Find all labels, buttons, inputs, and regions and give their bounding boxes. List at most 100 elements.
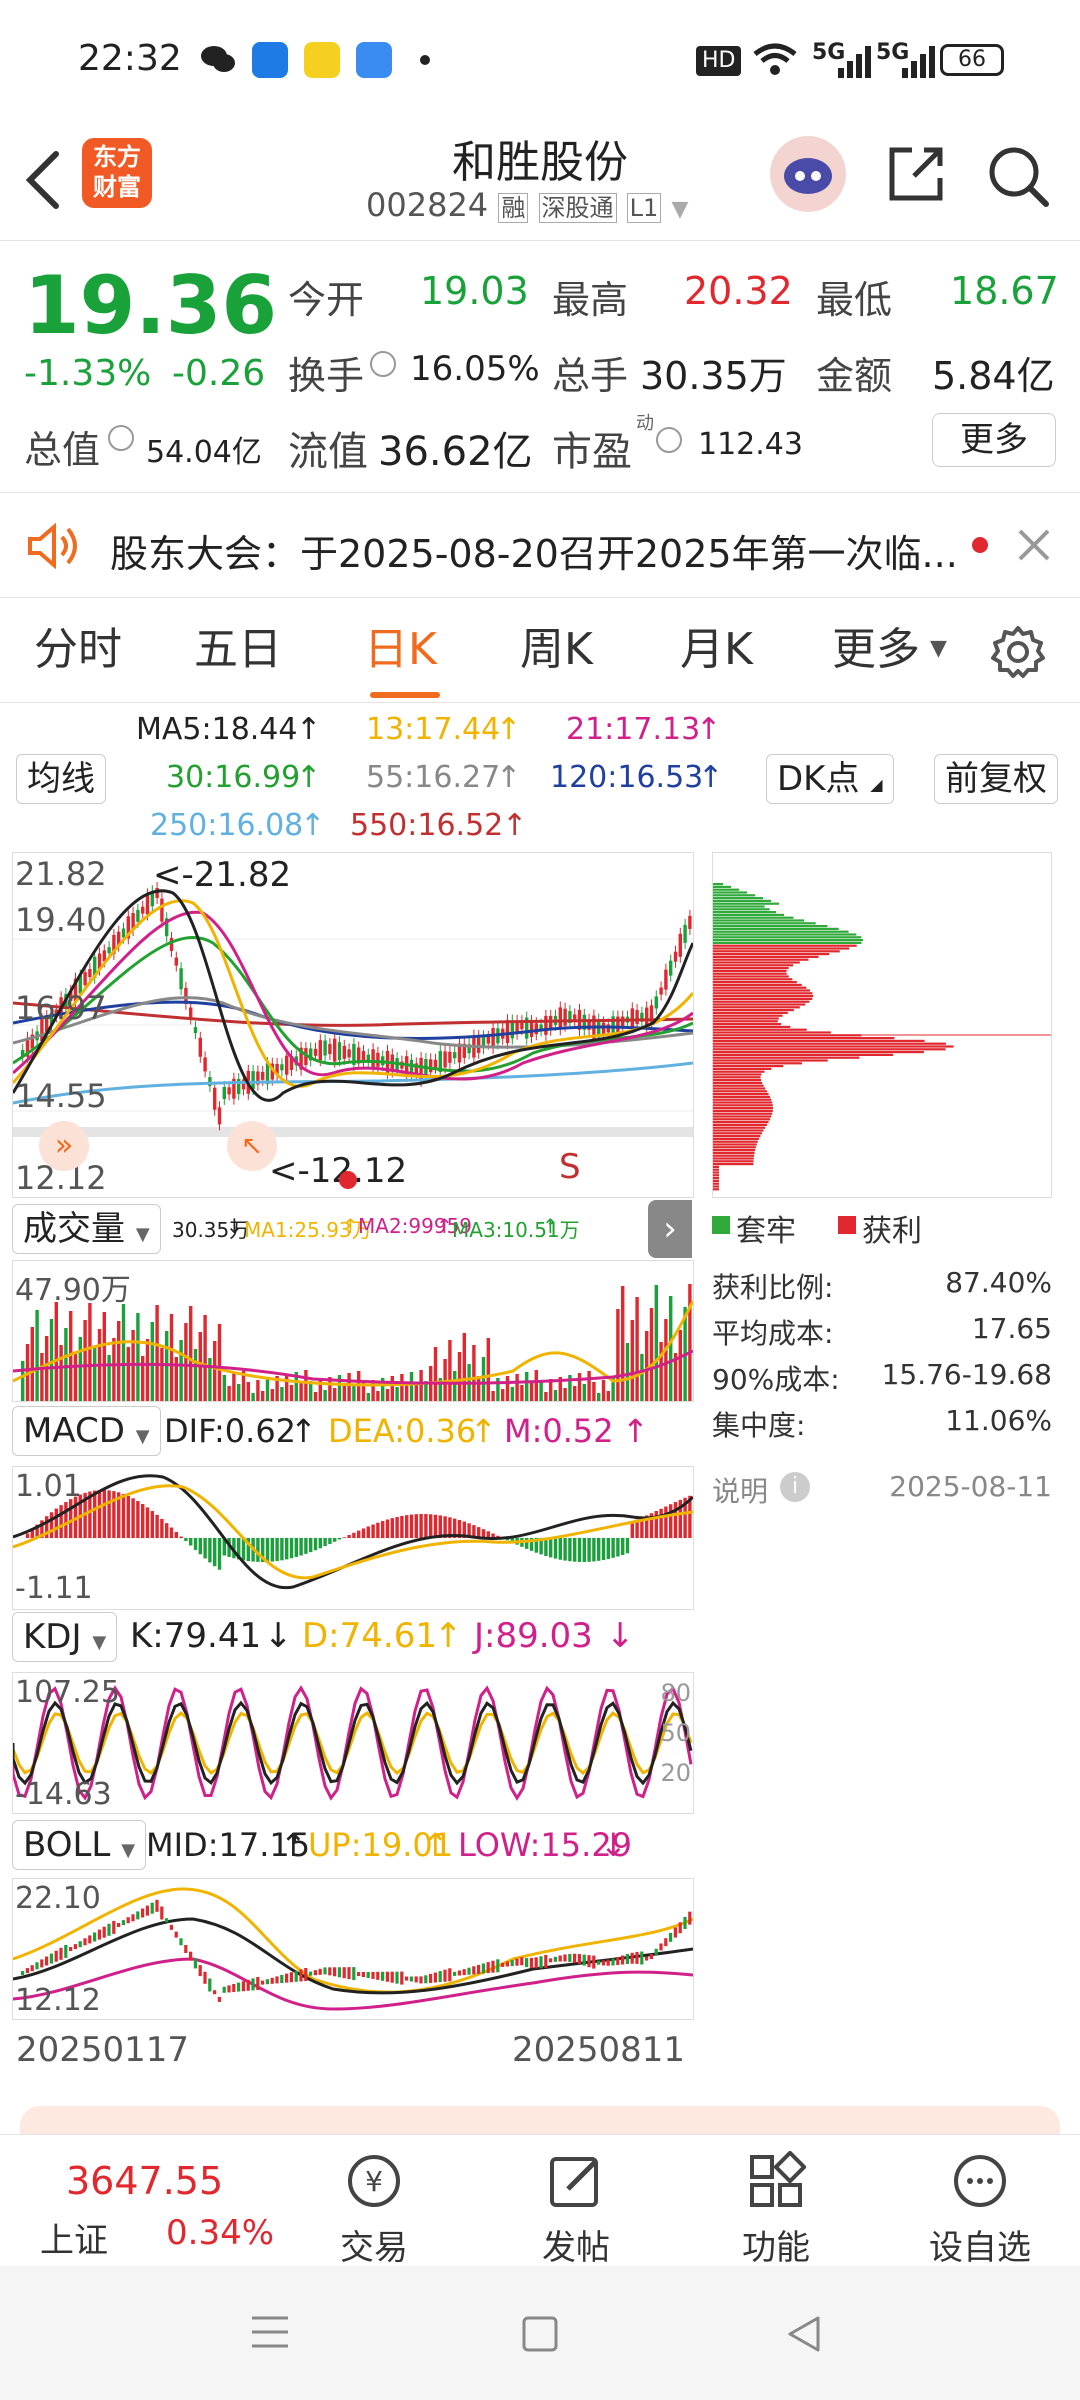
notice-divider: [0, 597, 1080, 598]
mktcap-value: 54.04亿: [146, 435, 262, 470]
macd-selector[interactable]: MACD ▼: [12, 1406, 161, 1456]
boll-candle-up: [189, 1951, 193, 1961]
boll-candle-up: [112, 1920, 116, 1934]
chip-lock-bar: [713, 885, 731, 888]
chip-profit-bar: [713, 1020, 778, 1023]
boll-selector-label: BOLL: [23, 1825, 111, 1865]
dk-point-button[interactable]: DK点 ◢: [766, 754, 894, 804]
info-icon-turnover[interactable]: [370, 351, 396, 377]
info-icon-mktcap[interactable]: [108, 425, 134, 451]
tab-five-day[interactable]: 五日: [194, 600, 282, 700]
boll-candle-down: [150, 1902, 154, 1914]
volume-bar: [515, 1374, 519, 1401]
robot-assistant-icon[interactable]: [770, 136, 846, 212]
tab-more[interactable]: 更多: [832, 600, 920, 700]
macd-bar: [313, 1538, 318, 1551]
macd-bar: [141, 1504, 145, 1538]
volume-bar: [654, 1285, 658, 1401]
boll-candle-up: [342, 1967, 346, 1979]
boll-candle-up: [563, 1954, 567, 1962]
expand-right-icon[interactable]: ›: [648, 1200, 692, 1258]
chip-profit-bar: [713, 1017, 779, 1020]
macd-bar: [160, 1518, 164, 1538]
menu-icon[interactable]: [250, 2314, 290, 2354]
ma30-arrow: ↑: [296, 760, 322, 795]
boll-candle-up: [54, 1950, 58, 1962]
macd-bar: [419, 1514, 423, 1538]
volume-bar: [419, 1370, 423, 1401]
more-button[interactable]: 更多: [932, 413, 1056, 467]
boll-candle-down: [467, 1967, 471, 1975]
share-icon[interactable]: [884, 142, 948, 210]
tab-weekly-k[interactable]: 周K: [520, 600, 593, 700]
nav-add-watchlist[interactable]: 设自选: [880, 2151, 1080, 2269]
info-icon-pe[interactable]: [656, 427, 682, 453]
boll-candle-up: [549, 1958, 553, 1963]
low-label: 最低: [816, 278, 893, 322]
chip-lock-bar: [713, 908, 770, 911]
nav-functions[interactable]: 功能: [676, 2150, 876, 2269]
volume-bar: [83, 1320, 87, 1401]
boll-candle-down: [179, 1938, 183, 1946]
kdj-selector[interactable]: KDJ ▼: [12, 1612, 118, 1662]
quote-panel: 19.36 -1.33% -0.26 总值 54.04亿 今开 19.03 最高…: [0, 241, 1080, 491]
ma55-label: 55:16.27: [366, 760, 501, 795]
collapse-icon[interactable]: ↖: [227, 1121, 277, 1171]
macd-bar: [342, 1537, 346, 1538]
boll-candle-down: [165, 1918, 169, 1923]
home-icon[interactable]: [520, 2314, 560, 2358]
volume-bar: [505, 1376, 510, 1401]
macd-bar: [337, 1538, 342, 1540]
kline-chart[interactable]: 21.82 19.40 16.97 14.55 12.12 <-21.82 <-…: [11, 852, 695, 1198]
turnover-value: 16.05%: [410, 349, 540, 389]
boll-candle-up: [198, 1965, 202, 1977]
macd-bar: [544, 1538, 548, 1557]
macd-bar: [213, 1538, 217, 1567]
chip-profit-bar: [713, 1157, 754, 1160]
nav-post[interactable]: 发帖: [476, 2151, 676, 2269]
chip-lock-bar: [713, 913, 785, 916]
header: 东方 财富 和胜股份 002824 融 深股通 L1 ▼: [0, 120, 1080, 240]
boll-selector[interactable]: BOLL ▼: [12, 1820, 147, 1870]
tab-monthly-k[interactable]: 月K: [680, 600, 753, 700]
chip-profit-bar: [713, 1000, 810, 1003]
chip-profit-bar: [713, 1179, 719, 1182]
macd-bar: [184, 1538, 188, 1542]
boll-candle-up: [443, 1969, 447, 1982]
volume-bar: [678, 1330, 682, 1401]
volume-bar: [520, 1385, 524, 1401]
expand-left-icon[interactable]: »: [39, 1121, 89, 1171]
boll-candle-down: [553, 1956, 557, 1962]
macd-bar: [93, 1490, 97, 1538]
status-bar: 22:32 HD 5G 5G 66: [0, 0, 1080, 120]
period-tabs: 分时 五日 日K 周K 月K 更多 ▼: [0, 600, 1080, 700]
ma-toggle-button[interactable]: 均线: [16, 754, 106, 804]
notice-bar[interactable]: 股东大会：于2025-08-20召开2025年第一次临...: [0, 493, 1080, 597]
volume-bar: [385, 1389, 390, 1401]
boll-candle-down: [323, 1967, 327, 1975]
boll-candle-down: [582, 1954, 586, 1966]
chip-profit-bar: [713, 1126, 766, 1129]
adjust-button[interactable]: 前复权: [934, 754, 1058, 804]
volume-selector[interactable]: 成交量 ▼: [12, 1204, 161, 1254]
boll-axis-bottom: 12.12: [15, 1983, 101, 2018]
macd-bar: [616, 1538, 620, 1557]
index-widget[interactable]: 3647.55 上证 0.34%: [30, 2135, 290, 2267]
search-icon[interactable]: [984, 142, 1052, 214]
boll-candle-up: [405, 1976, 409, 1981]
tab-minute[interactable]: 分时: [34, 600, 122, 700]
concentration-value: 11.06%: [945, 1404, 1052, 1437]
nav-trade[interactable]: ¥ 交易: [274, 2151, 474, 2269]
settings-gear-icon[interactable]: [990, 624, 1046, 684]
boll-candle-up: [645, 1956, 649, 1961]
back-nav-icon[interactable]: [784, 2314, 824, 2358]
tab-daily-k[interactable]: 日K: [364, 600, 437, 700]
close-icon[interactable]: [1016, 527, 1052, 567]
macd-bar: [582, 1538, 586, 1562]
wechat-icon: [200, 44, 236, 74]
nav-functions-label: 功能: [742, 2228, 810, 2268]
macd-bar: [601, 1538, 606, 1561]
pe-sup: 动: [636, 413, 654, 434]
dropdown-icon[interactable]: ▼: [671, 197, 688, 222]
chip-note[interactable]: 说明 i 2025-08-11: [712, 1470, 1052, 1510]
